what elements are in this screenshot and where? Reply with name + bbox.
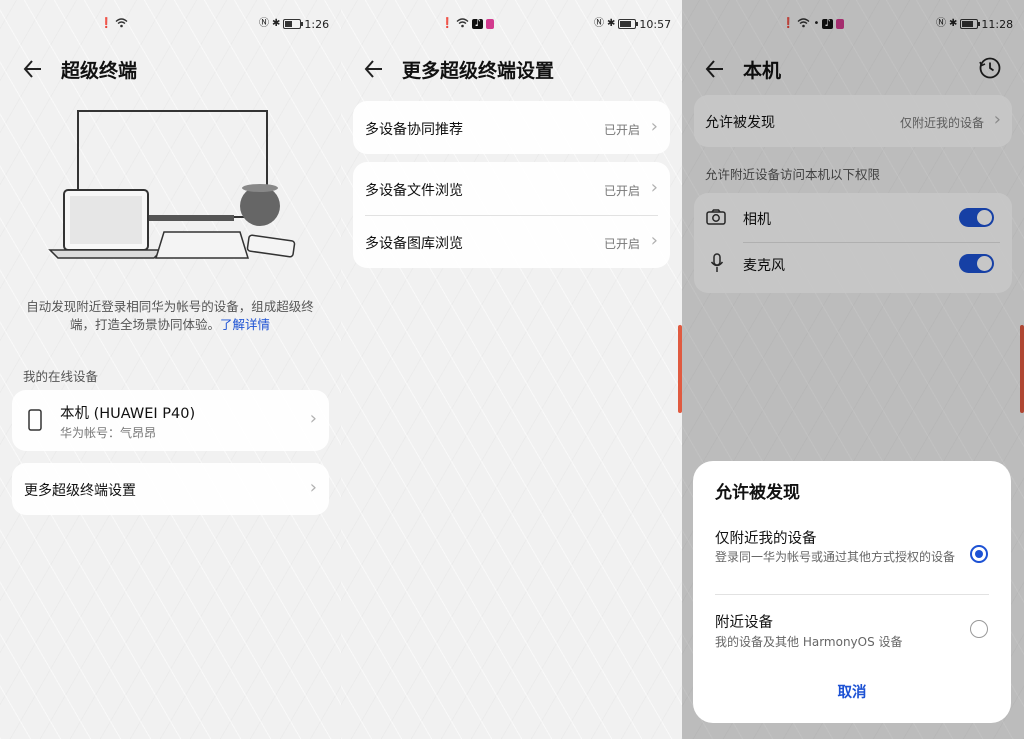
back-arrow-icon[interactable] [22,54,44,86]
setting-value: 已开启 [603,184,640,198]
bluetooth-icon: ✱ [272,18,281,29]
option-description: 我的设备及其他 HarmonyOS 设备 [715,635,903,649]
settings-card-recommend[interactable]: 多设备协同推荐 已开启 › [353,101,670,154]
bluetooth-icon: ✱ [607,18,616,29]
more-settings-label: 更多超级终端设置 [24,483,136,499]
divider [715,594,989,595]
panel-super-device: ❗ Ⓝ ✱ 1:26 超级终端 自动发现附近登录相同华为帐号的设备，组成超级终端… [0,0,341,739]
devices-illustration [44,108,296,260]
description-text: 自动发现附近登录相同华为帐号的设备，组成超级终端，打造全场景协同体验。了解详情 [26,299,314,332]
tiktok-icon: ♪ [472,18,483,29]
setting-value: 已开启 [603,237,640,251]
status-bar-right: Ⓝ ✱ 10:57 [594,16,671,32]
chevron-right-icon: › [650,230,658,251]
alert-icon: ❗ [100,18,113,29]
cancel-button[interactable]: 取消 [693,681,1011,702]
nfc-icon: Ⓝ [594,18,604,29]
setting-label: 多设备协同推荐 [365,122,463,138]
dialog-title: 允许被发现 [715,483,800,503]
device-name: 本机 (HUAWEI P40) [60,406,196,422]
discoverable-dialog: 允许被发现 仅附近我的设备 登录同一华为帐号或通过其他方式授权的设备 附近设备 … [693,461,1011,723]
battery-icon [283,19,304,29]
setting-label: 多设备文件浏览 [365,183,463,199]
alert-icon: ❗ [441,18,454,29]
section-online-devices-header: 我的在线设备 [23,369,99,384]
learn-more-link[interactable]: 了解详情 [220,317,270,332]
option-my-nearby-devices[interactable]: 仅附近我的设备 登录同一华为帐号或通过其他方式授权的设备 [693,519,1011,591]
page-title: 超级终端 [61,60,138,82]
status-time: 1:26 [304,17,330,31]
panel-more-settings: ❗ ♪ Ⓝ ✱ 10:57 更多超级终端设置 多设备协同推荐 已开启 › 多设备… [341,0,682,739]
app-notification-icon [485,19,494,29]
status-bar-left: ❗ ♪ [441,16,494,32]
option-title: 附近设备 [715,615,773,631]
setting-label: 多设备图库浏览 [365,236,463,252]
back-arrow-icon[interactable] [363,54,385,86]
setting-value: 已开启 [603,123,640,137]
settings-card-browse: 多设备文件浏览 已开启 › 多设备图库浏览 已开启 › [353,162,670,268]
setting-row-gallery-browse[interactable]: 多设备图库浏览 已开启 › [353,215,670,268]
device-account: 华为帐号：气昂昂 [60,426,157,440]
page-title: 更多超级终端设置 [402,60,555,82]
status-bar-right: Ⓝ ✱ 1:26 [259,16,329,32]
phone-icon [28,409,42,435]
option-description: 登录同一华为帐号或通过其他方式授权的设备 [715,550,956,564]
status-bar-left: ❗ [100,16,128,32]
wifi-icon [115,17,128,31]
device-card[interactable]: 本机 (HUAWEI P40) 华为帐号：气昂昂 › [12,390,329,451]
wifi-icon [456,17,469,31]
option-title: 仅附近我的设备 [715,531,817,547]
radio-unselected[interactable] [970,620,988,638]
chevron-right-icon: › [650,177,658,198]
option-nearby-devices[interactable]: 附近设备 我的设备及其他 HarmonyOS 设备 [693,603,1011,655]
chevron-right-icon: › [309,408,317,429]
radio-selected[interactable] [970,545,988,563]
battery-icon [618,19,639,29]
nfc-icon: Ⓝ [259,18,269,29]
setting-row-file-browse[interactable]: 多设备文件浏览 已开启 › [353,162,670,215]
status-time: 10:57 [639,17,672,31]
more-settings-card[interactable]: 更多超级终端设置 › [12,463,329,515]
chevron-right-icon: › [650,116,658,137]
chevron-right-icon: › [309,477,317,498]
